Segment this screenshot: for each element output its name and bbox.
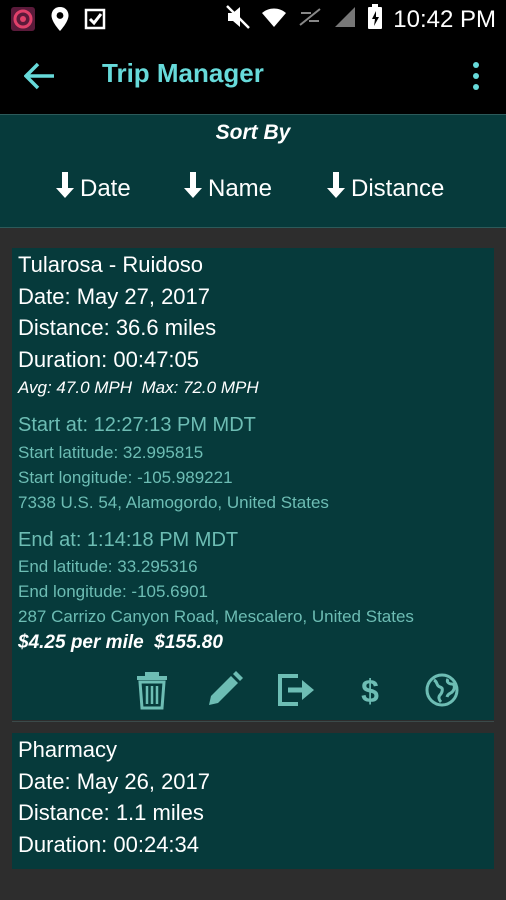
trip-distance: Distance: 36.6 miles (18, 315, 217, 340)
dollar-icon[interactable]: $ (350, 670, 390, 710)
trip-start-longitude: Start longitude: -105.989221 (18, 468, 233, 487)
overflow-menu-icon[interactable] (470, 60, 482, 92)
trip-duration: Duration: 00:24:34 (18, 832, 200, 857)
page-title: Trip Manager (102, 58, 264, 88)
status-time: 10:42 PM (393, 5, 496, 33)
data-off-icon (297, 5, 323, 34)
battery-icon (367, 4, 383, 35)
sort-by-date-button[interactable]: Date (54, 171, 131, 206)
trip-card[interactable]: Tularosa - Ruidoso Date: May 27, 2017 Di… (12, 248, 494, 720)
globe-icon[interactable] (422, 670, 462, 710)
trip-name: Pharmacy (18, 737, 118, 762)
card-divider (12, 721, 494, 722)
trip-end-longitude: End longitude: -105.6901 (18, 582, 208, 601)
trip-price: $4.25 per mile $155.80 (18, 632, 223, 653)
app-notification-icon (10, 6, 36, 37)
trip-date: Date: May 27, 2017 (18, 284, 211, 309)
arrow-down-icon (325, 171, 347, 206)
wifi-icon (261, 5, 287, 34)
export-icon[interactable] (276, 670, 316, 710)
signal-icon (333, 5, 357, 34)
trip-duration: Duration: 00:47:05 (18, 347, 200, 372)
status-bar: 10:42 PM (0, 0, 506, 38)
trip-speeds: Avg: 47.0 MPH Max: 72.0 MPH (18, 378, 259, 397)
sort-date-label: Date (80, 174, 131, 202)
trip-date: Date: May 26, 2017 (18, 769, 211, 794)
trip-start-time: Start at: 12:27:13 PM MDT (18, 414, 256, 436)
bottom-bar (0, 869, 506, 900)
trip-start-address: 7338 U.S. 54, Alamogordo, United States (18, 493, 329, 512)
sort-bar: Sort By Date Name Distance (0, 114, 506, 228)
trip-end-address: 287 Carrizo Canyon Road, Mescalero, Unit… (18, 607, 414, 626)
sort-by-distance-button[interactable]: Distance (325, 171, 444, 206)
trip-end-latitude: End latitude: 33.295316 (18, 557, 198, 576)
svg-text:$: $ (361, 673, 379, 709)
trip-distance: Distance: 1.1 miles (18, 800, 204, 825)
sort-heading: Sort By (215, 121, 291, 144)
sort-by-name-button[interactable]: Name (182, 171, 272, 206)
delete-icon[interactable] (132, 670, 172, 710)
trip-start-latitude: Start latitude: 32.995815 (18, 443, 204, 462)
arrow-down-icon (182, 171, 204, 206)
location-pin-icon (50, 6, 70, 37)
edit-icon[interactable] (204, 670, 244, 710)
trip-end-time: End at: 1:14:18 PM MDT (18, 529, 239, 551)
trip-actions: $ (12, 670, 494, 714)
trip-name: Tularosa - Ruidoso (18, 252, 204, 277)
arrow-down-icon (54, 171, 76, 206)
task-check-icon (84, 7, 106, 36)
sort-name-label: Name (208, 174, 273, 202)
back-arrow-icon[interactable] (23, 62, 56, 90)
trip-card[interactable]: Pharmacy Date: May 26, 2017 Distance: 1.… (12, 733, 494, 869)
sort-distance-label: Distance (351, 174, 445, 202)
app-bar: Trip Manager (0, 38, 506, 114)
mute-icon (225, 4, 251, 35)
